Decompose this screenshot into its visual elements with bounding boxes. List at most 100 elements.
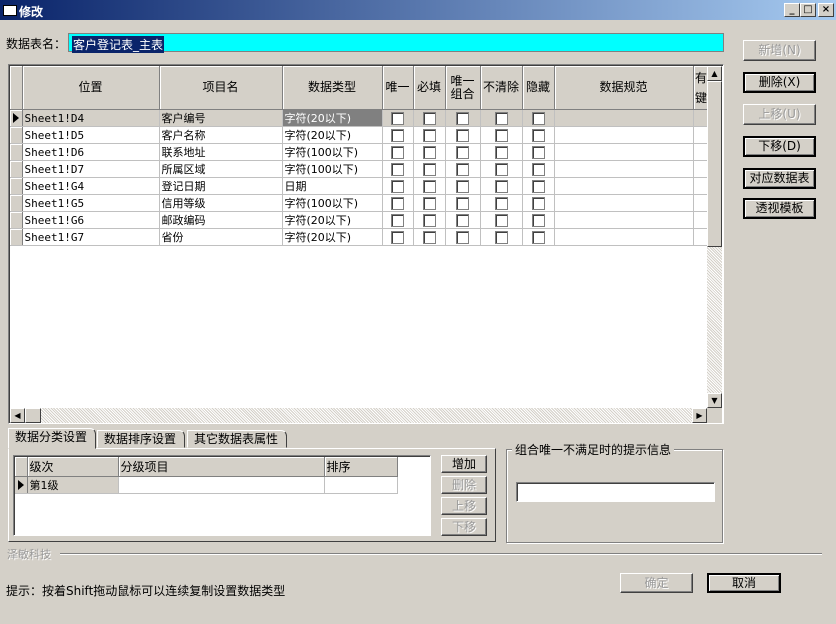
cell-spec[interactable] [554, 194, 694, 212]
close-button[interactable]: × [818, 3, 834, 17]
cell-position[interactable]: Sheet1!G7 [22, 228, 160, 246]
cell-name[interactable]: 省份 [159, 228, 283, 246]
required-checkbox[interactable] [422, 111, 436, 125]
tab-classification[interactable]: 数据分类设置 [8, 428, 96, 449]
unique-combo-checkbox[interactable] [456, 162, 469, 176]
required-checkbox[interactable] [422, 196, 436, 210]
table-row[interactable]: Sheet1!D7 所属区域 字符(100以下) [10, 160, 710, 178]
sub-col-header-item[interactable]: 分级项目 [118, 457, 325, 477]
col-header-type[interactable]: 数据类型 [282, 66, 383, 110]
table-row[interactable]: Sheet1!G5 信用等级 字符(100以下) [10, 194, 710, 212]
cell-type[interactable]: 字符(20以下) [282, 126, 383, 144]
grid-vscroll[interactable]: ▲ ▼ [707, 66, 722, 408]
unique-checkbox[interactable] [391, 196, 404, 210]
required-checkbox[interactable] [422, 179, 436, 193]
table-row[interactable]: Sheet1!D6 联系地址 字符(100以下) [10, 143, 710, 161]
sub-col-header-level[interactable]: 级次 [27, 457, 119, 477]
maximize-button[interactable]: □ [800, 3, 816, 17]
hidden-checkbox[interactable] [531, 213, 545, 227]
cell-name[interactable]: 客户名称 [159, 126, 283, 144]
cell-type[interactable]: 字符(20以下) [282, 228, 383, 246]
combo-unique-message-input[interactable] [516, 482, 715, 502]
unique-combo-checkbox[interactable] [456, 230, 469, 244]
pivot-template-button[interactable]: 透视模板 [743, 198, 816, 219]
cell-name[interactable]: 联系地址 [159, 143, 283, 161]
cell-type[interactable]: 字符(100以下) [282, 194, 383, 212]
no-clear-checkbox[interactable] [494, 145, 508, 159]
unique-combo-checkbox[interactable] [456, 179, 469, 193]
grid-vscroll-thumb[interactable] [707, 81, 722, 247]
minimize-button[interactable]: _ [784, 3, 800, 17]
unique-checkbox[interactable] [391, 128, 404, 142]
col-header-unique-combo[interactable]: 唯一 组合 [445, 66, 481, 110]
tab-other-properties[interactable]: 其它数据表属性 [187, 430, 287, 448]
hidden-checkbox[interactable] [531, 128, 545, 142]
sub-cell-item[interactable] [118, 476, 325, 494]
no-clear-checkbox[interactable] [494, 213, 508, 227]
cell-spec[interactable] [554, 211, 694, 229]
cell-spec[interactable] [554, 126, 694, 144]
cell-position[interactable]: Sheet1!D4 [22, 109, 160, 127]
cell-position[interactable]: Sheet1!D5 [22, 126, 160, 144]
cell-name[interactable]: 客户编号 [159, 109, 283, 127]
no-clear-checkbox[interactable] [494, 196, 508, 210]
cancel-button[interactable]: 取消 [707, 573, 781, 593]
table-row[interactable]: 第1级 [15, 476, 398, 494]
cell-name[interactable]: 所属区域 [159, 160, 283, 178]
scroll-up-arrow-icon[interactable]: ▲ [707, 66, 722, 81]
tab-sorting[interactable]: 数据排序设置 [97, 430, 185, 448]
required-checkbox[interactable] [422, 162, 436, 176]
unique-checkbox[interactable] [391, 213, 404, 227]
sub-delete-button[interactable]: 删除 [441, 476, 487, 494]
cell-name[interactable]: 登记日期 [159, 177, 283, 195]
col-header-name[interactable]: 项目名 [159, 66, 283, 110]
no-clear-checkbox[interactable] [494, 179, 508, 193]
cell-spec[interactable] [554, 177, 694, 195]
unique-combo-checkbox[interactable] [456, 213, 469, 227]
table-row[interactable]: Sheet1!D4 客户编号 字符(20以下) [10, 109, 710, 127]
sub-move-up-button[interactable]: 上移 [441, 497, 487, 515]
delete-button[interactable]: 删除(X) [743, 72, 816, 93]
no-clear-checkbox[interactable] [494, 111, 508, 125]
ok-button[interactable]: 确定 [620, 573, 693, 593]
col-header-hidden[interactable]: 隐藏 [522, 66, 555, 110]
col-header-no-clear[interactable]: 不清除 [480, 66, 523, 110]
required-checkbox[interactable] [422, 230, 436, 244]
sub-add-button[interactable]: 增加 [441, 455, 487, 473]
unique-combo-checkbox[interactable] [456, 196, 469, 210]
move-down-button[interactable]: 下移(D) [743, 136, 816, 157]
no-clear-checkbox[interactable] [494, 162, 508, 176]
required-checkbox[interactable] [422, 128, 436, 142]
sub-col-header-order[interactable]: 排序 [324, 457, 398, 477]
table-row[interactable]: Sheet1!G7 省份 字符(20以下) [10, 228, 710, 246]
move-up-button[interactable]: 上移(U) [743, 104, 816, 125]
table-name-field[interactable]: 客户登记表_主表 [68, 33, 724, 53]
cell-type[interactable]: 字符(100以下) [282, 143, 383, 161]
col-header-position[interactable]: 位置 [22, 66, 160, 110]
hidden-checkbox[interactable] [531, 179, 545, 193]
hidden-checkbox[interactable] [531, 196, 545, 210]
cell-spec[interactable] [554, 228, 694, 246]
scroll-left-arrow-icon[interactable]: ◀ [10, 408, 25, 423]
cell-position[interactable]: Sheet1!D7 [22, 160, 160, 178]
hidden-checkbox[interactable] [531, 230, 545, 244]
cell-type[interactable]: 日期 [282, 177, 383, 195]
grid-hscroll-thumb[interactable] [25, 408, 41, 423]
unique-combo-checkbox[interactable] [456, 111, 469, 125]
add-button[interactable]: 新增(N) [743, 40, 816, 61]
map-table-button[interactable]: 对应数据表 [743, 168, 816, 189]
col-header-unique[interactable]: 唯一 [382, 66, 414, 110]
cell-spec[interactable] [554, 160, 694, 178]
scroll-right-arrow-icon[interactable]: ▶ [692, 408, 707, 423]
cell-spec[interactable] [554, 109, 694, 127]
cell-type[interactable]: 字符(100以下) [282, 160, 383, 178]
cell-type[interactable]: 字符(20以下) [282, 109, 383, 127]
required-checkbox[interactable] [422, 145, 436, 159]
col-header-required[interactable]: 必填 [413, 66, 446, 110]
unique-combo-checkbox[interactable] [456, 145, 469, 159]
unique-combo-checkbox[interactable] [456, 128, 469, 142]
unique-checkbox[interactable] [391, 162, 404, 176]
required-checkbox[interactable] [422, 213, 436, 227]
unique-checkbox[interactable] [391, 145, 404, 159]
no-clear-checkbox[interactable] [494, 230, 508, 244]
